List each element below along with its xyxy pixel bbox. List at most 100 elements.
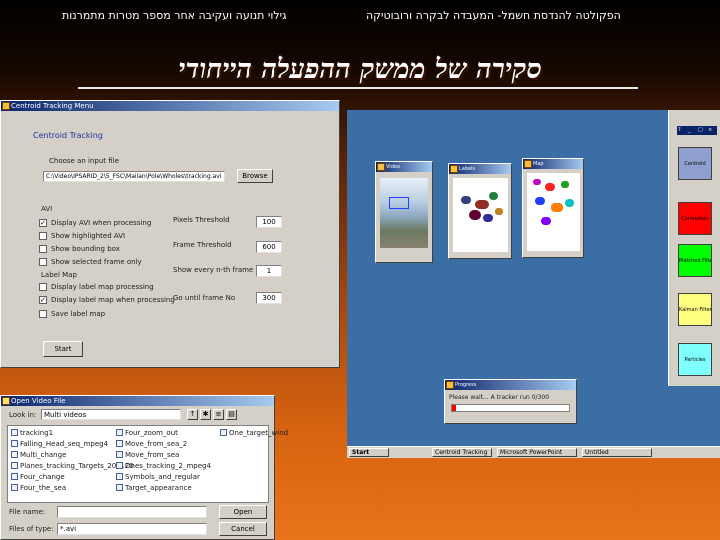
details-view-icon[interactable]: ▤ xyxy=(226,409,237,420)
option-label: Display AVI when processing xyxy=(51,219,152,227)
video-file-icon xyxy=(11,484,18,491)
option-label: Show highlighted AVI xyxy=(51,232,126,240)
correlation-button[interactable]: Correlation xyxy=(678,202,712,235)
tracking-map-image xyxy=(527,173,580,251)
input-file-field[interactable]: C:\Video\IPSARID_2\5_FSC\Mailan\Pole\Who… xyxy=(43,171,225,182)
taskbar-item[interactable]: Untitled xyxy=(582,448,652,457)
param-field[interactable]: 300 xyxy=(256,292,282,304)
label-map-image xyxy=(453,178,508,252)
matlab-icon xyxy=(377,163,385,171)
option-checkbox[interactable] xyxy=(39,245,47,253)
param-label: Pixels Threshold xyxy=(173,216,230,224)
list-view-icon[interactable]: ≡ xyxy=(213,409,224,420)
tracking-menu-title: Centroid Tracking Menu xyxy=(11,102,94,110)
taskbar-item[interactable]: Microsoft PowerPoint xyxy=(497,448,577,457)
param-field[interactable]: 600 xyxy=(256,241,282,253)
file-item[interactable]: Four_the_sea xyxy=(11,484,66,492)
param-label: Go until frame No xyxy=(173,294,236,302)
file-list: tracking1 Falling_Head_seq_mpeg4 Multi_c… xyxy=(7,425,288,503)
label-option-checkbox[interactable]: ✓ xyxy=(39,296,47,304)
tracking-box xyxy=(389,197,409,209)
file-item[interactable]: Four_change xyxy=(11,473,65,481)
video-file-icon xyxy=(116,473,123,480)
option-checkbox[interactable] xyxy=(39,258,47,266)
taskbar-item[interactable]: Centroid Tracking xyxy=(432,448,492,457)
open-button[interactable]: Open xyxy=(219,505,267,519)
file-item[interactable]: tracking1 xyxy=(11,429,53,437)
progress-text: Please wait... A tracker run 0/300 xyxy=(449,394,550,401)
video-file-icon xyxy=(11,440,18,447)
file-item[interactable]: Target_appearance xyxy=(116,484,192,492)
maximize-icon[interactable]: □ xyxy=(698,127,703,133)
open-video-dialog: Open Video File Look in: Multi videos ↑ … xyxy=(0,395,288,540)
minimize-icon[interactable]: _ xyxy=(688,127,691,133)
look-in-label: Look in: xyxy=(9,411,37,419)
input-label: Choose an input file xyxy=(49,157,119,165)
matlab-icon xyxy=(524,160,532,168)
algorithm-palette: ? _ □ × Centroid Correlation Matched Fil… xyxy=(668,110,720,386)
kalman-filter-button[interactable]: Kalman Filter xyxy=(678,293,712,326)
open-dialog-title: Open Video File xyxy=(11,397,66,405)
video-file-icon xyxy=(116,451,123,458)
browse-button[interactable]: Browse xyxy=(237,169,273,183)
tracking-menu-titlebar[interactable]: Centroid Tracking Menu xyxy=(1,101,339,111)
param-label: Frame Threshold xyxy=(173,241,232,249)
progress-window: Progress Please wait... A tracker run 0/… xyxy=(444,379,577,424)
file-item[interactable]: Multi_change xyxy=(11,451,66,459)
video-file-icon xyxy=(11,451,18,458)
video-frame-image xyxy=(380,178,428,248)
video-file-icon xyxy=(11,429,18,436)
label-option-label: Display label map processing xyxy=(51,283,154,291)
file-item[interactable]: Falling_Head_seq_mpeg4 xyxy=(11,440,108,448)
cancel-button[interactable]: Cancel xyxy=(219,522,267,536)
slide-header-right: הפקולטה להנדסת חשמל- המעבדה לבקרה ורובוט… xyxy=(366,9,621,22)
video-file-icon xyxy=(116,462,123,469)
file-item[interactable]: One_target_wind xyxy=(220,429,288,437)
progress-titlebar[interactable]: Progress xyxy=(445,380,576,390)
video-file-icon xyxy=(116,440,123,447)
param-field[interactable]: 100 xyxy=(256,216,282,228)
folder-icon xyxy=(2,397,10,405)
open-dialog-titlebar[interactable]: Open Video File xyxy=(1,396,274,406)
file-item[interactable]: Ones_tracking_2_mpeg4 xyxy=(116,462,211,470)
video-titlebar[interactable]: Video xyxy=(376,162,432,172)
slide-header-left: גילוי תנועה ועקיבה אחר מספר מטרות מתמרנו… xyxy=(62,9,287,22)
file-item[interactable]: Move_from_sea xyxy=(116,451,179,459)
map-titlebar[interactable]: Map xyxy=(523,159,583,169)
option-label: Show bounding box xyxy=(51,245,120,253)
label-option-checkbox[interactable] xyxy=(39,283,47,291)
files-type-select[interactable]: *.avi xyxy=(57,523,207,535)
labels-titlebar[interactable]: Labels xyxy=(449,164,511,174)
param-field[interactable]: 1 xyxy=(256,265,282,277)
help-icon[interactable]: ? xyxy=(678,127,681,133)
file-item[interactable]: Move_from_sea_2 xyxy=(116,440,187,448)
option-checkbox[interactable]: ✓ xyxy=(39,219,47,227)
files-type-label: Files of type: xyxy=(9,525,54,533)
matched-filter-button[interactable]: Matched Filter xyxy=(678,244,712,277)
video-file-icon xyxy=(116,484,123,491)
start-button[interactable]: Start xyxy=(43,341,83,357)
tracking-heading: Centroid Tracking xyxy=(33,131,103,140)
label-option-label: Save label map xyxy=(51,310,106,318)
start-menu-button[interactable]: Start xyxy=(349,448,389,457)
video-file-icon xyxy=(116,429,123,436)
new-folder-icon[interactable]: ✱ xyxy=(200,409,211,420)
up-folder-icon[interactable]: ↑ xyxy=(187,409,198,420)
close-icon[interactable]: × xyxy=(708,127,712,133)
slide-title: סקירה של ממשק ההפעלה הייחודי xyxy=(178,54,542,85)
label-option-checkbox[interactable] xyxy=(39,310,47,318)
file-name-input[interactable] xyxy=(57,506,207,518)
matlab-icon xyxy=(2,102,10,110)
param-label: Show every n-th frame xyxy=(173,266,254,274)
palette-titlebar[interactable]: ? _ □ × xyxy=(677,126,717,135)
look-in-select[interactable]: Multi videos xyxy=(41,409,181,420)
file-item[interactable]: Symbols_and_regular xyxy=(116,473,200,481)
option-checkbox[interactable] xyxy=(39,232,47,240)
particles-button[interactable]: Particles xyxy=(678,343,712,376)
centroid-button[interactable]: Centroid xyxy=(678,147,712,180)
video-file-icon xyxy=(11,473,18,480)
file-item[interactable]: Four_zoom_out xyxy=(116,429,178,437)
taskbar: Start Centroid Tracking Microsoft PowerP… xyxy=(347,446,720,458)
progress-fill xyxy=(452,405,456,411)
labels-window: Labels xyxy=(448,163,512,259)
